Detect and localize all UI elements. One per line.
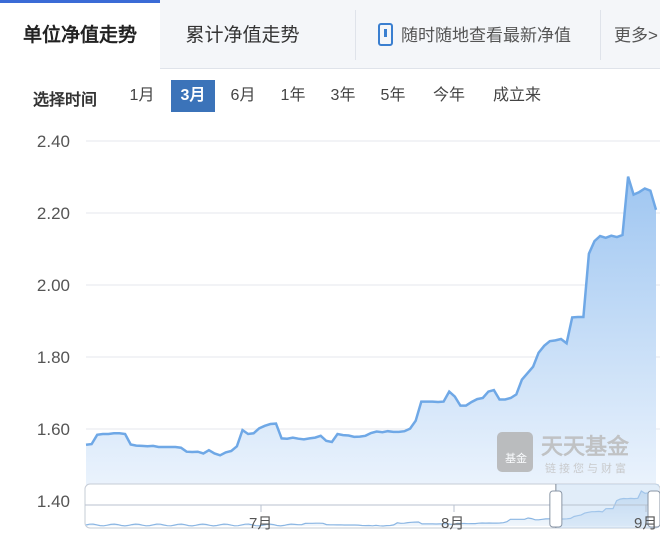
time-range-label: 选择时间	[33, 92, 98, 109]
range-5y-button[interactable]: 5年	[374, 80, 412, 112]
y-axis-labels: 2.40 2.20 2.00 1.80 1.60 1.40	[37, 132, 70, 511]
tab-divider	[355, 10, 356, 60]
y-tick-label: 2.40	[37, 132, 70, 151]
range-6m-button[interactable]: 6月	[224, 80, 262, 112]
mobile-phone-icon	[378, 23, 393, 47]
watermark-logo-text: 基金	[505, 451, 527, 465]
y-tick-label: 1.80	[37, 348, 70, 367]
y-tick-label: 2.00	[37, 276, 70, 295]
tab-unit-nav[interactable]: 单位净值走势	[0, 0, 160, 70]
watermark-title: 天天基金	[541, 434, 630, 459]
mobile-promo-label: 随时随地查看最新净值	[401, 26, 571, 45]
time-range-selector: 选择时间 1月 3月 6月 1年 3年 5年 今年 成立来	[0, 80, 660, 114]
watermark-subtitle: 链接您与财富	[545, 461, 629, 475]
tab-divider	[600, 10, 601, 60]
tab-more[interactable]: 更多>	[604, 0, 660, 69]
navigator-handle-left[interactable]	[549, 490, 563, 528]
range-1m-button[interactable]: 1月	[123, 80, 161, 112]
range-navigator: 7月 8月 9月	[84, 483, 660, 532]
watermark-logo-icon	[497, 432, 533, 472]
navigator-label-jul: 7月	[249, 515, 272, 532]
range-ytd-button[interactable]: 今年	[426, 80, 472, 112]
range-3y-button[interactable]: 3年	[324, 80, 362, 112]
navigator-label-sep: 9月	[634, 515, 657, 532]
tab-mobile-promo[interactable]: 随时随地查看最新净值	[378, 0, 598, 69]
range-3m-button[interactable]: 3月	[171, 80, 215, 112]
y-tick-label: 1.40	[37, 492, 70, 511]
watermark: 基金 天天基金 链接您与财富	[497, 432, 630, 475]
tab-bar: 单位净值走势 累计净值走势 随时随地查看最新净值 更多>	[0, 0, 660, 70]
y-tick-label: 2.20	[37, 204, 70, 223]
nav-chart: 2.402.202.001.801.601.40 基金 天天基金 链接您与财富 …	[37, 132, 660, 532]
range-since-inception-button[interactable]: 成立来	[485, 80, 549, 112]
tab-cumulative-nav[interactable]: 累计净值走势	[160, 0, 325, 69]
navigator-label-aug: 8月	[441, 515, 464, 532]
range-1y-button[interactable]: 1年	[274, 80, 312, 112]
y-tick-label: 1.60	[37, 420, 70, 439]
